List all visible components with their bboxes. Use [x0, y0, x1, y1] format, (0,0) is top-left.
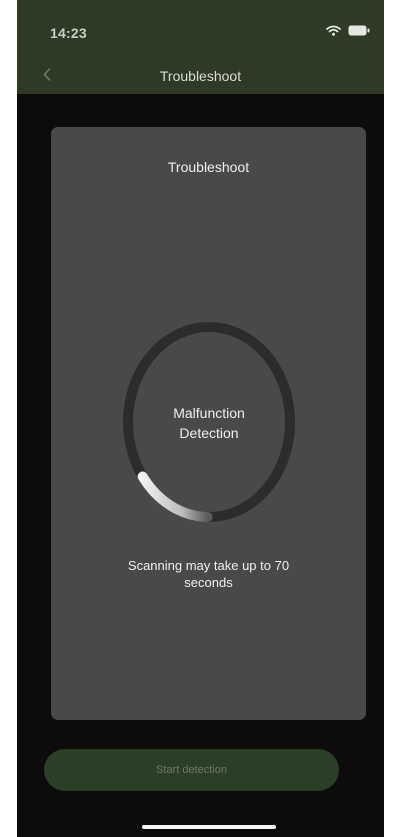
status-time: 14:23: [50, 25, 87, 41]
scan-note: Scanning may take up to 70 seconds: [81, 557, 336, 591]
scan-note-line2: seconds: [184, 575, 233, 590]
home-indicator: [142, 825, 276, 829]
ring-progress-arc: [137, 471, 213, 522]
page-title: Troubleshoot: [159, 68, 242, 84]
nav-bar: Troubleshoot: [17, 60, 384, 94]
ring-label: Malfunction Detection: [123, 403, 295, 443]
scan-note-line1: Scanning may take up to 70: [127, 558, 290, 573]
phone-screen: 14:23 Troubleshoot Troubleshoot Malfunct…: [17, 0, 384, 837]
status-bar: 14:23: [17, 0, 384, 60]
ring-label-line1: Malfunction: [173, 405, 245, 421]
troubleshoot-card: Troubleshoot Malfunction Detection Scann…: [51, 127, 366, 720]
start-detection-button[interactable]: Start detection: [44, 749, 339, 791]
wifi-icon: [326, 25, 341, 36]
progress-ring: Malfunction Detection: [123, 321, 295, 523]
battery-icon: [348, 25, 370, 36]
card-title: Troubleshoot: [167, 159, 250, 175]
ring-label-line2: Detection: [179, 425, 239, 441]
status-icons: [326, 25, 370, 36]
